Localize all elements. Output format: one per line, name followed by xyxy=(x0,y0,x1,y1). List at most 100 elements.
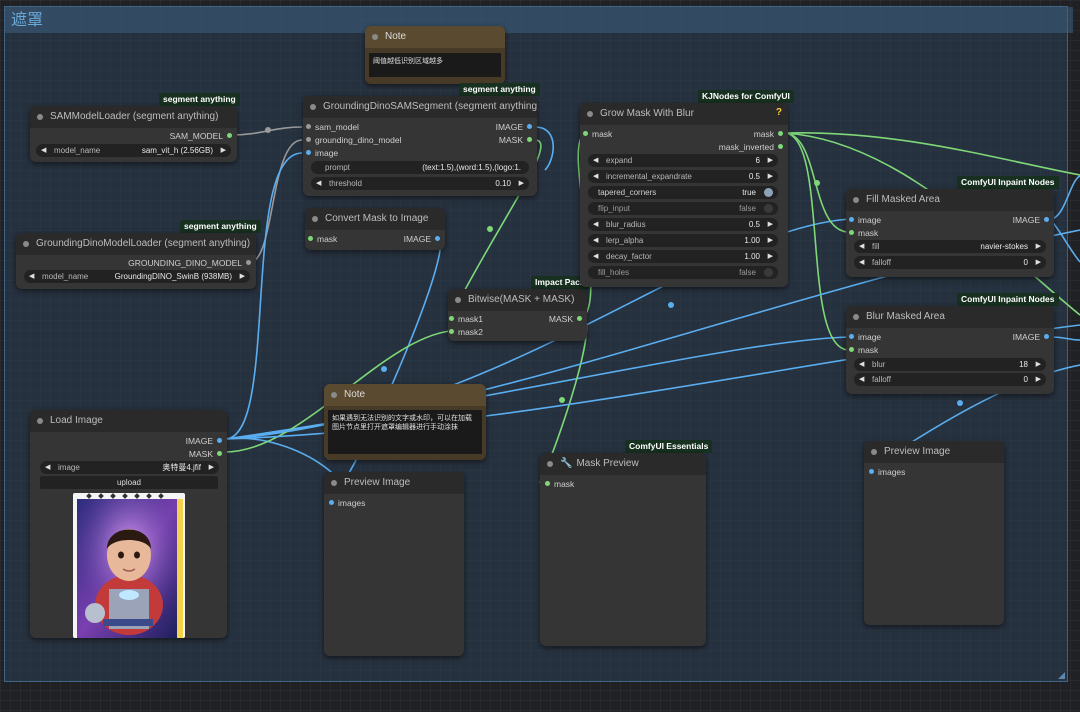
node-title[interactable]: Convert Mask to Image xyxy=(305,208,445,230)
widget-fill[interactable]: ◀ fill navier-stokes ▶ xyxy=(854,240,1046,253)
node-title[interactable]: Grow Mask With Blur xyxy=(580,103,788,125)
arrow-left-icon[interactable]: ◀ xyxy=(593,170,598,183)
widget-lerp-alpha[interactable]: ◀ lerp_alpha 1.00 ▶ xyxy=(588,234,778,247)
collapse-dot-icon[interactable] xyxy=(37,418,43,424)
collapse-dot-icon[interactable] xyxy=(547,461,553,467)
widget-flip-input[interactable]: flip_input false xyxy=(588,202,778,215)
widget-prompt[interactable]: prompt (text:1.5),(word:1.5),(logo:1. xyxy=(311,161,529,174)
input-mask[interactable]: mask xyxy=(308,234,337,244)
output-mask[interactable]: mask xyxy=(754,129,783,139)
input-mask2[interactable]: mask2 xyxy=(449,327,483,337)
collapse-dot-icon[interactable] xyxy=(871,449,877,455)
arrow-left-icon[interactable]: ◀ xyxy=(593,154,598,167)
node-title[interactable]: Load Image xyxy=(30,410,227,432)
output-mask[interactable]: MASK xyxy=(189,449,222,459)
output-dot[interactable] xyxy=(778,144,783,149)
output-dot[interactable] xyxy=(778,131,783,136)
note-title[interactable]: Note xyxy=(324,384,486,406)
node-title[interactable]: Blur Masked Area xyxy=(846,306,1054,328)
node-preview-image-1[interactable]: Preview Image images xyxy=(324,472,464,656)
note-node-mid[interactable]: Note 如果遇到无法识别的文字或水印，可以在加载图片节点里打开遮罩编辑器进行手… xyxy=(324,384,486,460)
output-dot[interactable] xyxy=(527,124,532,129)
node-title[interactable]: GroundingDinoModelLoader (segment anythi… xyxy=(16,233,256,255)
widget-blur[interactable]: ◀ blur 18 ▶ xyxy=(854,358,1046,371)
input-images[interactable]: images xyxy=(329,498,365,508)
node-title[interactable]: Bitwise(MASK + MASK) xyxy=(448,289,587,311)
input-image[interactable]: image xyxy=(849,215,881,225)
arrow-right-icon[interactable]: ▶ xyxy=(240,270,245,283)
widget-falloff[interactable]: ◀ falloff 0 ▶ xyxy=(854,373,1046,386)
collapse-dot-icon[interactable] xyxy=(372,34,378,40)
widget-fill-holes[interactable]: fill_holes false xyxy=(588,266,778,279)
node-preview-image-2[interactable]: Preview Image images xyxy=(864,441,1004,625)
collapse-dot-icon[interactable] xyxy=(310,104,316,110)
input-mask1[interactable]: mask1 xyxy=(449,314,483,324)
collapse-dot-icon[interactable] xyxy=(853,314,859,320)
arrow-right-icon[interactable]: ▶ xyxy=(1036,373,1041,386)
widget-model-name[interactable]: ◀ model_name GroundingDINO_SwinB (938MB)… xyxy=(24,270,250,283)
arrow-left-icon[interactable]: ◀ xyxy=(859,358,864,371)
output-dot[interactable] xyxy=(217,438,222,443)
input-dot[interactable] xyxy=(545,481,550,486)
widget-threshold[interactable]: ◀ threshold 0.10 ▶ xyxy=(311,177,529,190)
arrow-right-icon[interactable]: ▶ xyxy=(1036,256,1041,269)
arrow-left-icon[interactable]: ◀ xyxy=(41,144,46,157)
toggle-off-icon[interactable] xyxy=(764,204,773,213)
input-image[interactable]: image xyxy=(849,332,881,342)
input-dot[interactable] xyxy=(849,334,854,339)
widget-tapered-corners[interactable]: tapered_corners true xyxy=(588,186,778,199)
widget-decay-factor[interactable]: ◀ decay_factor 1.00 ▶ xyxy=(588,250,778,263)
arrow-right-icon[interactable]: ▶ xyxy=(209,461,214,474)
arrow-right-icon[interactable]: ▶ xyxy=(768,154,773,167)
widget-model-name[interactable]: ◀ model_name sam_vit_h (2.56GB) ▶ xyxy=(36,144,231,157)
input-mask[interactable]: mask xyxy=(849,228,878,238)
group-title[interactable]: 遮罩 xyxy=(5,7,1073,33)
input-dot[interactable] xyxy=(306,137,311,142)
input-mask[interactable]: mask xyxy=(583,129,612,139)
widget-expand[interactable]: ◀ expand 6 ▶ xyxy=(588,154,778,167)
arrow-left-icon[interactable]: ◀ xyxy=(316,177,321,190)
node-groundingdino-model-loader[interactable]: GroundingDinoModelLoader (segment anythi… xyxy=(16,233,256,289)
widget-blur-radius[interactable]: ◀ blur_radius 0.5 ▶ xyxy=(588,218,778,231)
output-dot[interactable] xyxy=(527,137,532,142)
note-title[interactable]: Note xyxy=(365,26,505,48)
node-title[interactable]: GroundingDinoSAMSegment (segment anythin… xyxy=(303,96,537,118)
upload-button[interactable]: upload xyxy=(40,476,218,489)
input-images[interactable]: images xyxy=(869,467,905,477)
node-canvas[interactable]: 遮罩 Note 阈值越低识别区域越多 segment anything SAMM… xyxy=(0,0,1080,712)
arrow-right-icon[interactable]: ▶ xyxy=(519,177,524,190)
output-grounding-dino-model[interactable]: GROUNDING_DINO_MODEL xyxy=(128,258,251,268)
collapse-dot-icon[interactable] xyxy=(853,197,859,203)
output-image[interactable]: IMAGE xyxy=(1013,332,1049,342)
output-dot[interactable] xyxy=(1044,217,1049,222)
input-dot[interactable] xyxy=(849,347,854,352)
widget-image-select[interactable]: ◀ image 奥特曼4.jfif ▶ xyxy=(40,461,219,474)
toggle-on-icon[interactable] xyxy=(764,188,773,197)
collapse-dot-icon[interactable] xyxy=(331,392,337,398)
input-dot[interactable] xyxy=(583,131,588,136)
help-icon[interactable]: ? xyxy=(776,107,782,118)
arrow-left-icon[interactable]: ◀ xyxy=(859,240,864,253)
node-mask-preview[interactable]: 🔧 Mask Preview mask xyxy=(540,453,706,646)
widget-falloff[interactable]: ◀ falloff 0 ▶ xyxy=(854,256,1046,269)
collapse-dot-icon[interactable] xyxy=(37,114,43,120)
arrow-right-icon[interactable]: ▶ xyxy=(1036,240,1041,253)
output-dot[interactable] xyxy=(1044,334,1049,339)
input-image[interactable]: image xyxy=(306,148,338,158)
output-image[interactable]: IMAGE xyxy=(404,234,440,244)
collapse-dot-icon[interactable] xyxy=(587,111,593,117)
collapse-dot-icon[interactable] xyxy=(455,297,461,303)
node-groundingdino-sam-segment[interactable]: GroundingDinoSAMSegment (segment anythin… xyxy=(303,96,537,196)
output-sam-model[interactable]: SAM_MODEL xyxy=(170,131,232,141)
node-title[interactable]: SAMModelLoader (segment anything) xyxy=(30,106,237,128)
input-dot[interactable] xyxy=(849,230,854,235)
output-dot[interactable] xyxy=(217,451,222,456)
arrow-left-icon[interactable]: ◀ xyxy=(593,218,598,231)
output-image[interactable]: IMAGE xyxy=(186,436,222,446)
output-image[interactable]: IMAGE xyxy=(496,122,532,132)
collapse-dot-icon[interactable] xyxy=(331,480,337,486)
node-convert-mask-to-image[interactable]: Convert Mask to Image mask IMAGE xyxy=(305,208,445,250)
output-dot[interactable] xyxy=(577,316,582,321)
input-dot[interactable] xyxy=(869,469,874,474)
arrow-left-icon[interactable]: ◀ xyxy=(593,234,598,247)
